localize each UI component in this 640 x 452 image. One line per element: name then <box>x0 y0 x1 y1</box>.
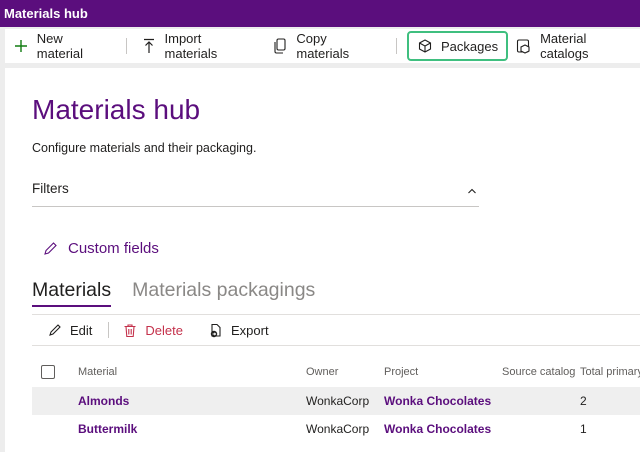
materials-grid: Material Owner Project Source catalog To… <box>32 357 640 443</box>
column-header-total-primary[interactable]: Total primary <box>580 366 640 378</box>
import-materials-button[interactable]: Import materials <box>133 31 265 61</box>
copy-materials-label: Copy materials <box>296 31 350 61</box>
import-icon <box>141 38 157 54</box>
column-header-owner[interactable]: Owner <box>306 366 384 378</box>
trash-icon <box>123 323 137 338</box>
grid-toolbar: Edit Delete Export <box>32 314 640 346</box>
material-catalogs-label: Material catalogs <box>540 31 589 61</box>
material-catalogs-button[interactable]: Material catalogs <box>508 31 640 61</box>
select-all-cell <box>32 365 78 379</box>
material-link[interactable]: Almonds <box>78 394 306 408</box>
copy-materials-button[interactable]: Copy materials <box>265 31 390 61</box>
edit-label: Edit <box>70 322 93 338</box>
catalog-icon <box>516 38 532 54</box>
export-button[interactable]: Export <box>193 323 279 338</box>
plus-icon <box>13 38 29 54</box>
filters-section[interactable]: Filters <box>32 181 479 207</box>
column-header-material[interactable]: Material <box>78 366 306 378</box>
import-materials-label: Import materials <box>164 31 218 61</box>
new-material-label: New material <box>36 31 84 61</box>
page-title: Materials hub <box>32 94 201 125</box>
material-link[interactable]: Buttermilk <box>78 422 306 436</box>
select-all-checkbox[interactable] <box>41 365 55 379</box>
pencil-icon <box>42 241 58 257</box>
app-title: Materials hub <box>4 6 88 21</box>
filters-label: Filters <box>32 181 69 196</box>
export-label: Export <box>230 322 269 338</box>
total-primary-cell: 1 <box>580 422 587 436</box>
delete-button[interactable]: Delete <box>115 323 193 338</box>
chevron-up-icon[interactable] <box>467 183 477 198</box>
toolbar-divider <box>108 322 110 338</box>
tab-materials-packagings[interactable]: Materials packagings <box>132 279 315 307</box>
package-icon <box>417 38 433 54</box>
project-link[interactable]: Wonka Chocolates <box>384 422 502 436</box>
tab-strip: Materials Materials packagings <box>32 279 336 307</box>
custom-fields-label: Custom fields <box>68 240 159 257</box>
copy-icon <box>273 38 289 54</box>
toolbar-divider <box>396 38 397 54</box>
owner-cell: WonkaCorp <box>306 394 370 408</box>
export-icon <box>209 323 223 338</box>
toolbar-divider <box>125 38 127 54</box>
packages-button[interactable]: Packages <box>407 31 509 61</box>
column-header-source-catalog[interactable]: Source catalog <box>502 366 580 378</box>
content-panel: Materials hub Configure materials and th… <box>5 68 640 452</box>
packages-label: Packages <box>441 38 499 54</box>
total-primary-cell: 2 <box>580 394 587 408</box>
tab-materials[interactable]: Materials <box>32 279 112 307</box>
custom-fields-link[interactable]: Custom fields <box>42 240 159 257</box>
table-row[interactable]: Buttermilk WonkaCorp Wonka Chocolates 1 <box>32 415 640 443</box>
grid-header-row: Material Owner Project Source catalog To… <box>32 357 640 387</box>
owner-cell: WonkaCorp <box>306 422 370 436</box>
app-title-bar: Materials hub <box>0 0 640 27</box>
edit-button[interactable]: Edit <box>32 323 102 338</box>
project-link[interactable]: Wonka Chocolates <box>384 394 502 408</box>
command-bar: New material Import materials Copy mater… <box>5 29 640 63</box>
page-description: Configure materials and their packaging. <box>32 141 257 155</box>
new-material-button[interactable]: New material <box>5 31 120 61</box>
pencil-icon <box>48 323 62 337</box>
table-row[interactable]: Almonds WonkaCorp Wonka Chocolates 2 <box>32 387 640 415</box>
column-header-project[interactable]: Project <box>384 366 502 378</box>
delete-label: Delete <box>145 322 183 338</box>
